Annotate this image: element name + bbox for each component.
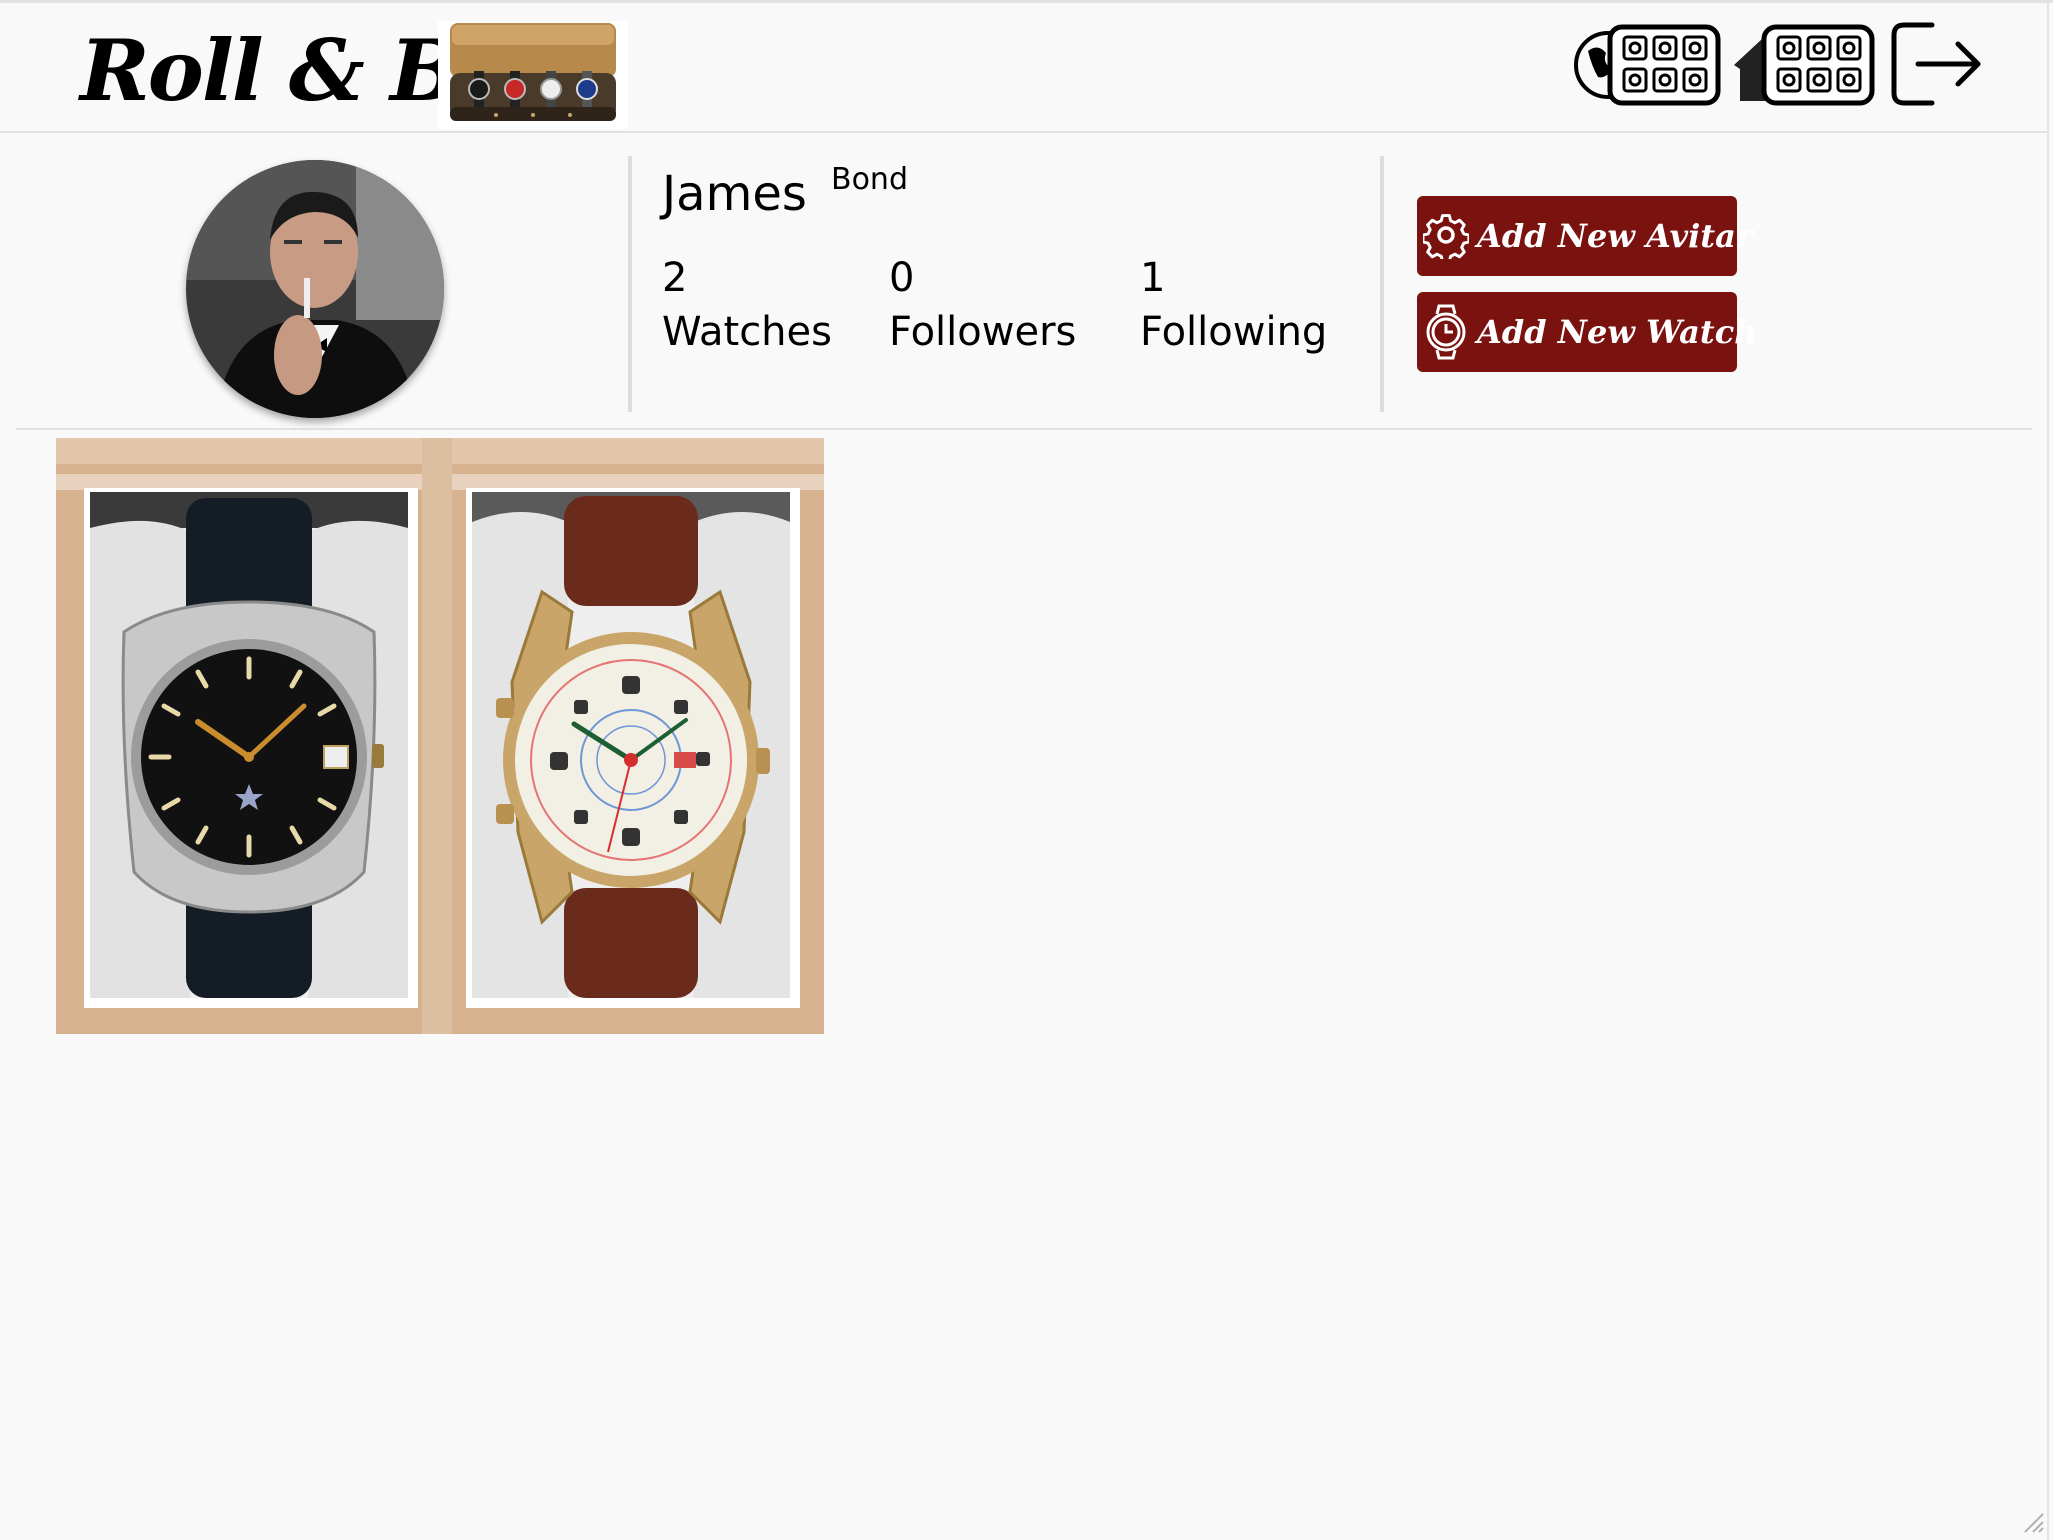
my-box-button[interactable] <box>1728 21 1878 129</box>
watch-slot-2[interactable] <box>466 488 800 1008</box>
app-header: Roll & Box <box>0 3 2047 133</box>
stat-label: Watches <box>662 309 832 355</box>
watch-icon <box>1423 292 1469 372</box>
last-name: Bond <box>831 162 908 197</box>
avatar-image <box>186 160 444 418</box>
stat-following[interactable]: 1 Following <box>1140 252 1327 360</box>
watch-slot-1[interactable] <box>84 488 418 1008</box>
stat-watches[interactable]: 2 Watches <box>662 252 832 360</box>
explore-boxes-button[interactable] <box>1568 21 1722 129</box>
stat-label: Following <box>1140 309 1328 355</box>
profile-section: James Bond 2 Watches 0 Followers 1 Follo… <box>16 150 2032 430</box>
home-watchbox-icon <box>1734 24 1875 106</box>
profile-divider-right <box>1380 156 1384 412</box>
globe-watchbox-icon <box>1574 24 1721 106</box>
add-avatar-label: Add New Avitar <box>1477 217 1753 255</box>
logout-button[interactable] <box>1888 21 1988 129</box>
add-watch-button[interactable]: Add New Watch <box>1417 292 1757 372</box>
stat-value: 0 <box>889 255 915 301</box>
box-slot-divider <box>422 438 452 1034</box>
right-border <box>2047 0 2049 1540</box>
stat-followers[interactable]: 0 Followers <box>889 252 1076 360</box>
logout-icon <box>1891 22 1981 106</box>
watch-roll-logo-icon <box>438 21 628 129</box>
gear-icon <box>1423 196 1469 276</box>
watch-white-dial-image <box>472 492 790 998</box>
add-avatar-button[interactable]: Add New Avitar <box>1417 196 1753 276</box>
profile-divider-left <box>628 156 632 412</box>
stat-value: 1 <box>1140 255 1166 301</box>
avatar <box>186 160 444 418</box>
first-name: James <box>662 166 807 222</box>
watch-black-dial-image <box>90 492 408 998</box>
add-watch-label: Add New Watch <box>1477 313 1758 351</box>
resize-handle-icon[interactable] <box>2021 1510 2045 1534</box>
stat-label: Followers <box>889 309 1077 355</box>
stat-value: 2 <box>662 255 688 301</box>
watch-box <box>56 438 824 1034</box>
